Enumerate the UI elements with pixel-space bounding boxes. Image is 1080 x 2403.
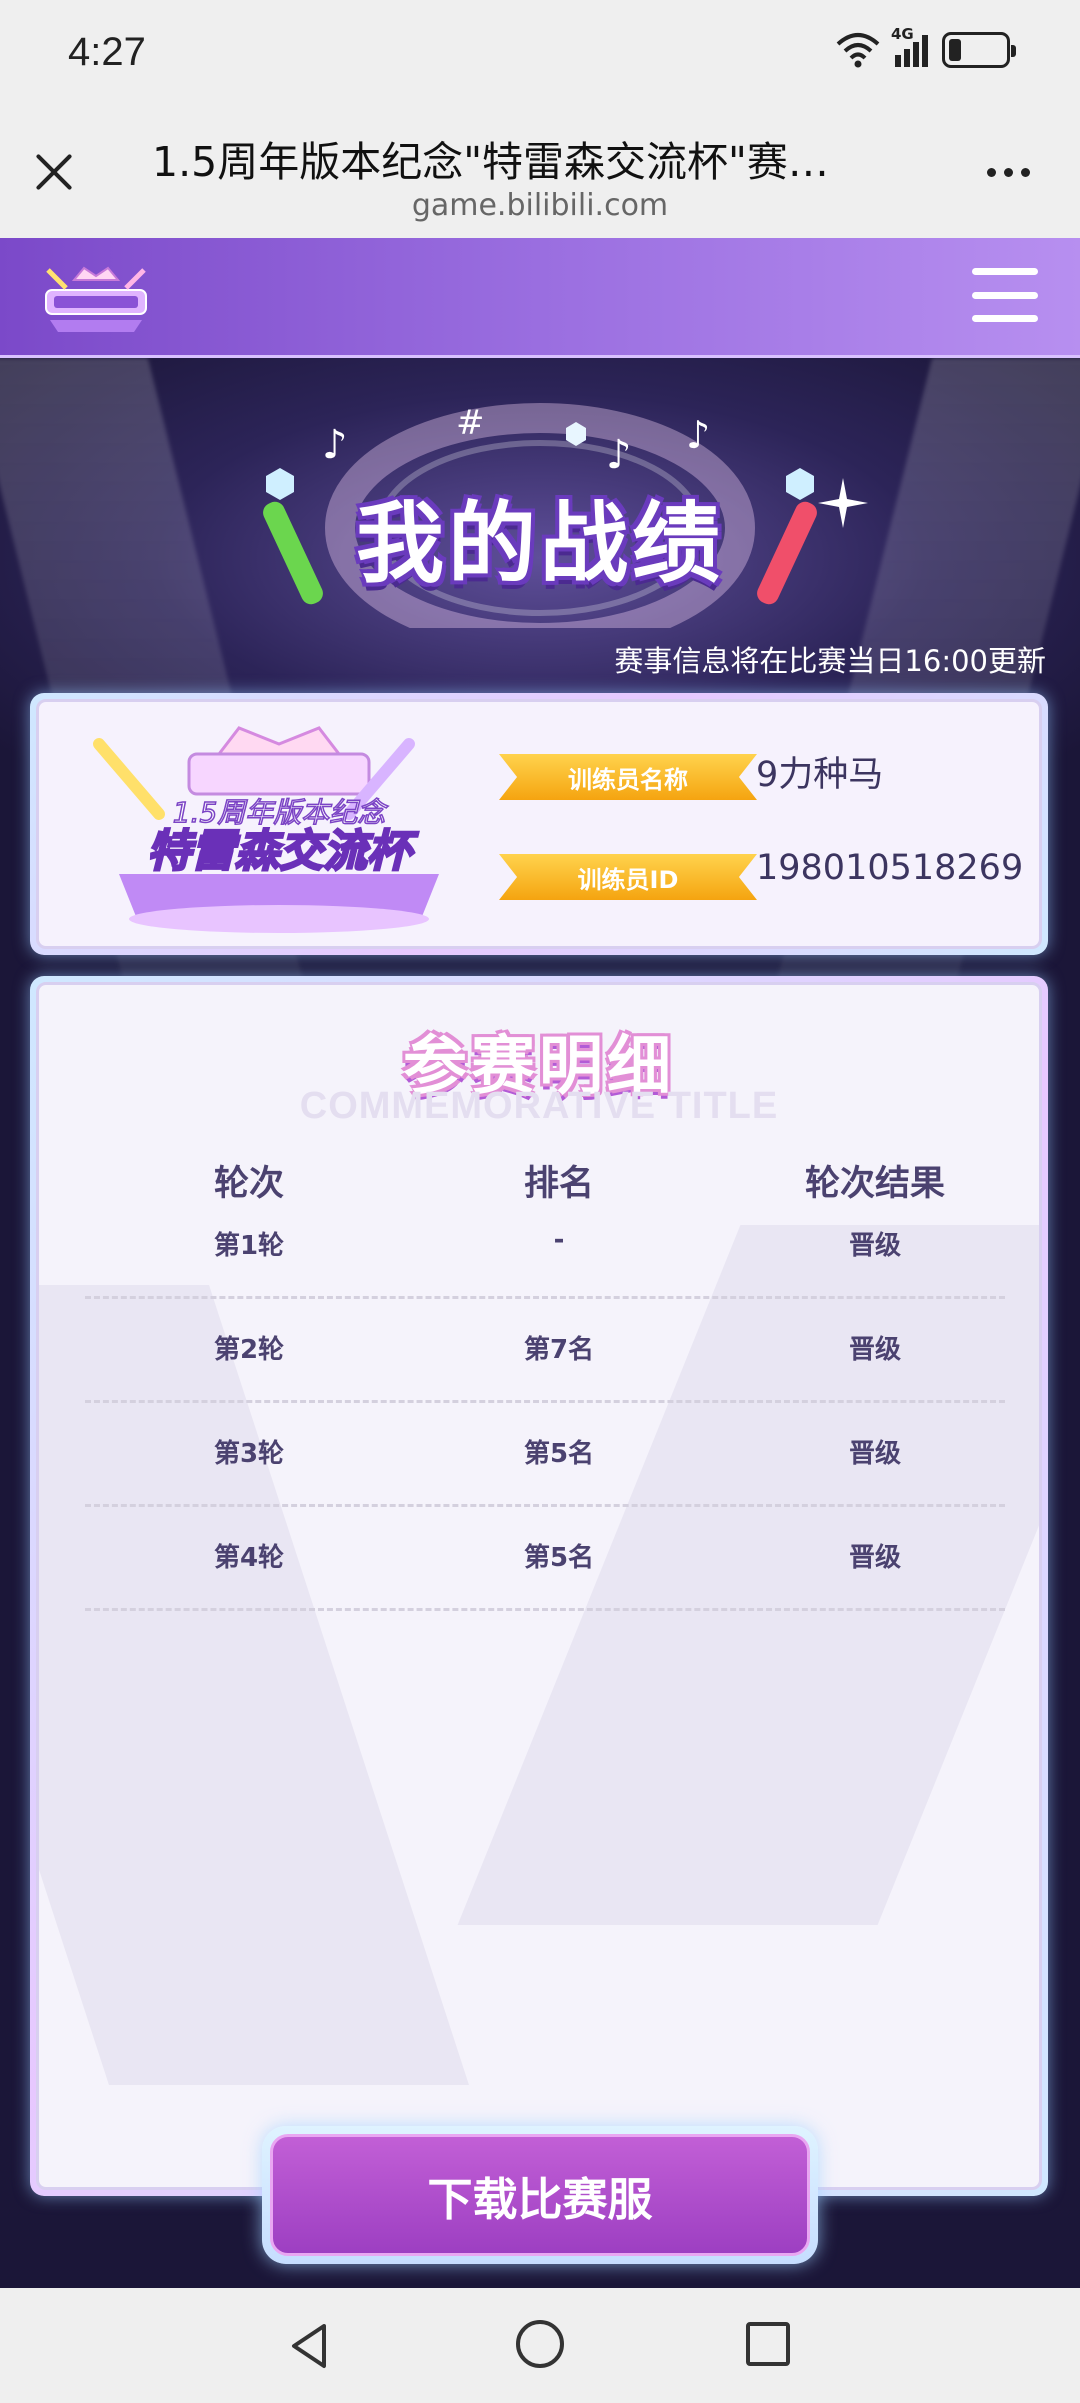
download-server-label: 下载比赛服 <box>270 2134 810 2256</box>
site-header <box>0 238 1080 358</box>
table-row: 第4轮 第5名 晋级 <box>85 1507 1005 1611</box>
profile-card-inner: 1.5周年版本纪念 特雷森交流杯 训练员名称 9力种马 训练员ID 198010… <box>36 699 1042 949</box>
page-title: 1.5周年版本纪念"特雷森交流杯"赛… <box>152 138 829 186</box>
home-icon[interactable] <box>516 2320 564 2368</box>
result-cell: 晋级 <box>848 1335 901 1365</box>
cup-logo-icon[interactable] <box>36 260 156 338</box>
round-cell: 第1轮 <box>213 1231 285 1261</box>
hero-title: 我的战绩 <box>355 492 724 595</box>
network-label: 4G <box>891 25 914 43</box>
detail-card-inner: 参赛明细 COMMEMORATIVE TITLE 轮次 排名 轮次结果 第1轮 … <box>36 982 1042 2190</box>
hamburger-icon[interactable] <box>972 268 1038 322</box>
results-stage: ♪ ♪ # ♪ 我的战绩 赛事信息将在比赛当日16:00更新 1.5周年版本纪念… <box>0 358 1080 2288</box>
rank-cell: - <box>553 1225 565 1255</box>
svg-text:♪: ♪ <box>322 422 348 468</box>
result-cell: 晋级 <box>848 1543 901 1573</box>
rank-cell: 第5名 <box>523 1543 595 1573</box>
round-cell: 第3轮 <box>213 1439 285 1469</box>
more-icon[interactable] <box>987 168 1030 177</box>
result-cell: 晋级 <box>848 1439 901 1469</box>
detail-subtitle: COMMEMORATIVE TITLE <box>299 1085 779 1127</box>
update-note: 赛事信息将在比赛当日16:00更新 <box>614 644 1046 678</box>
rank-cell: 第7名 <box>523 1335 595 1365</box>
svg-text:#: # <box>456 403 485 443</box>
page-url: game.bilibili.com <box>411 188 669 223</box>
browser-bar: 1.5周年版本纪念"特雷森交流杯"赛… game.bilibili.com <box>0 110 1080 238</box>
signal-icon: 4G <box>891 25 928 67</box>
logo-line2: 特雷森交流杯 <box>147 826 419 877</box>
detail-card: 参赛明细 COMMEMORATIVE TITLE 轮次 排名 轮次结果 第1轮 … <box>30 976 1048 2196</box>
download-server-button[interactable]: 下载比赛服 <box>262 2126 818 2264</box>
back-icon[interactable] <box>284 2320 336 2372</box>
round-cell: 第4轮 <box>213 1543 285 1573</box>
table-row: 第1轮 - 晋级 <box>85 1195 1005 1299</box>
wifi-icon <box>836 33 880 68</box>
exchange-cup-logo: 1.5周年版本纪念 特雷森交流杯 <box>93 726 439 933</box>
status-time: 4:27 <box>68 30 146 74</box>
system-nav-bar <box>0 2288 1080 2403</box>
logo-line1: 1.5周年版本纪念 <box>173 796 389 829</box>
round-cell: 第2轮 <box>213 1335 285 1365</box>
trainer-name-label: 训练员名称 <box>499 754 757 800</box>
trainer-id-value: 198010518269 <box>756 848 1024 888</box>
rank-cell: 第5名 <box>523 1439 595 1469</box>
status-icons: 4G <box>835 25 1016 68</box>
status-bar: 4:27 4G <box>0 0 1080 110</box>
trainer-name-value: 9力种马 <box>756 755 884 795</box>
svg-text:♪: ♪ <box>686 413 710 457</box>
profile-card: 1.5周年版本纪念 特雷森交流杯 训练员名称 9力种马 训练员ID 198010… <box>30 693 1048 955</box>
trainer-id-label: 训练员ID <box>499 854 757 900</box>
recent-apps-icon[interactable] <box>746 2322 790 2366</box>
result-cell: 晋级 <box>848 1231 901 1261</box>
battery-icon <box>942 32 1016 68</box>
svg-text:♪: ♪ <box>606 432 632 478</box>
table-row: 第2轮 第7名 晋级 <box>85 1299 1005 1403</box>
table-row: 第3轮 第5名 晋级 <box>85 1403 1005 1507</box>
